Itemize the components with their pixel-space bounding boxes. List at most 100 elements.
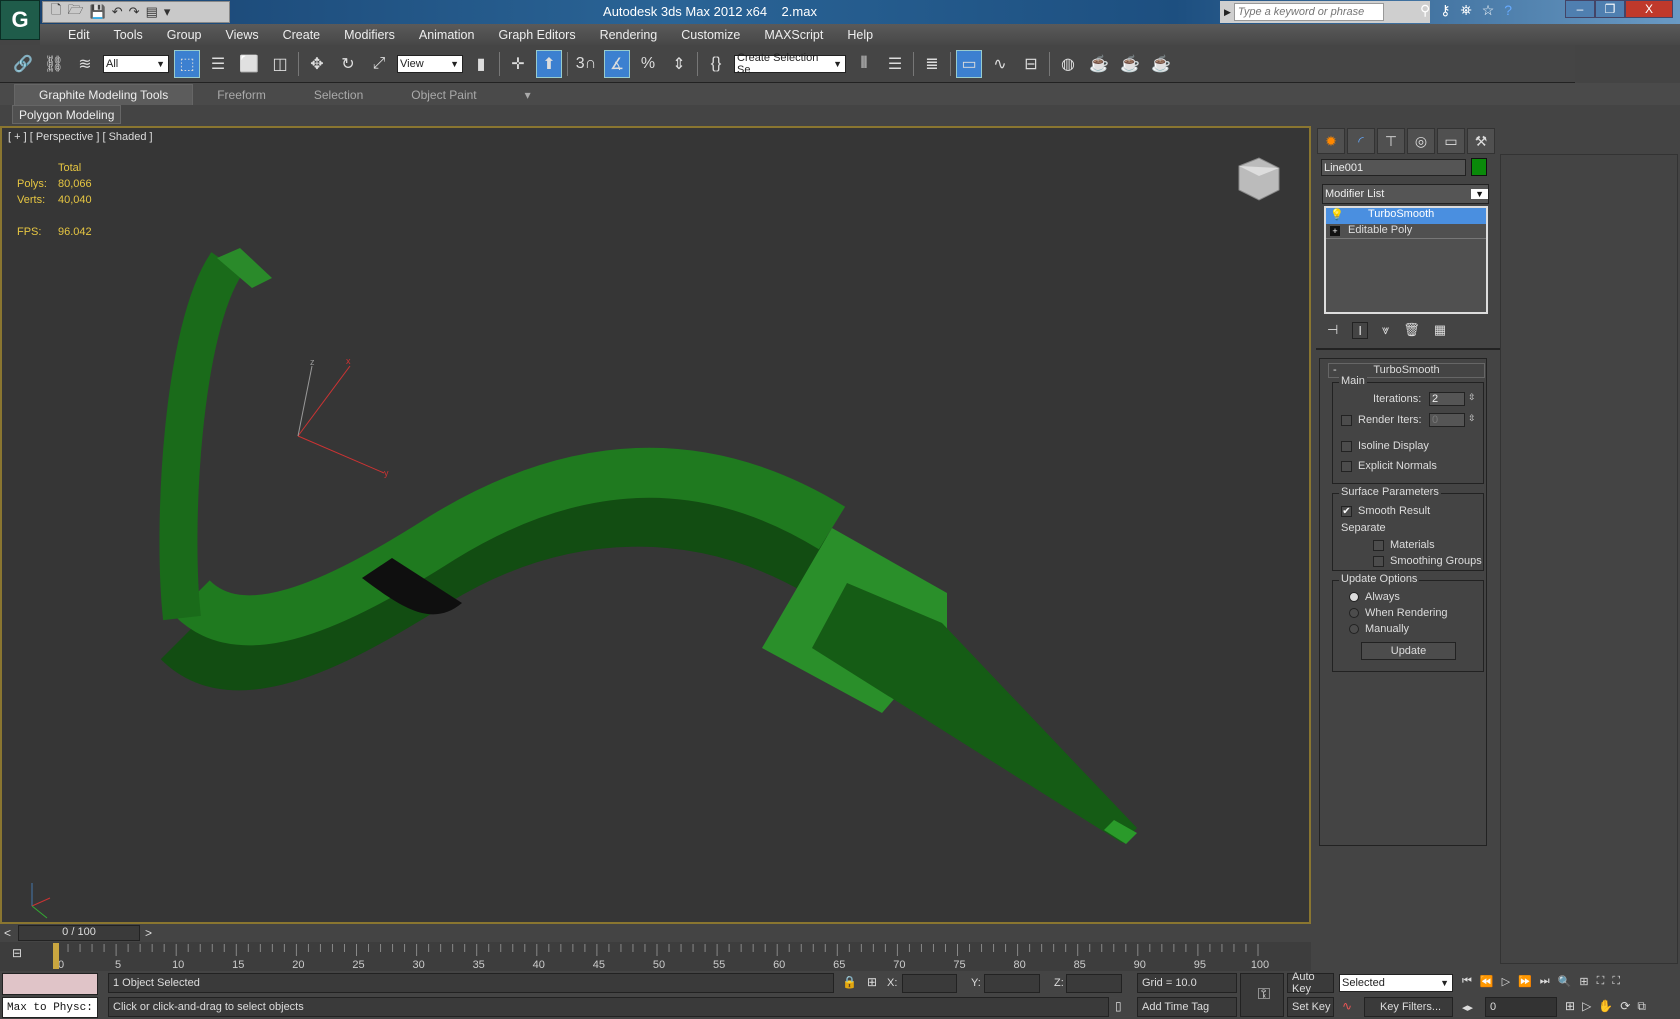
help-icon[interactable]: ? (1504, 2, 1512, 19)
viewcube-icon[interactable] (1238, 157, 1280, 201)
show-end-result-icon[interactable]: I (1352, 322, 1368, 339)
object-color-swatch[interactable] (1471, 158, 1487, 176)
manipulate-icon[interactable]: ✛ (505, 50, 531, 78)
tab-graphite-modeling-tools[interactable]: Graphite Modeling Tools (14, 84, 194, 105)
go-to-end-icon[interactable]: ⏭ (1540, 975, 1550, 988)
smoothing-groups-checkbox[interactable]: Smoothing Groups (1373, 555, 1482, 567)
tab-object-paint[interactable]: Object Paint (387, 85, 500, 105)
menu-modifiers[interactable]: Modifiers (332, 28, 407, 42)
key-filters-button[interactable]: Key Filters... (1364, 997, 1453, 1017)
isoline-display-checkbox[interactable]: Isoline Display (1341, 440, 1429, 452)
spinner-snap-icon[interactable]: ⇕ (666, 50, 692, 78)
lightbulb-icon[interactable]: 💡 (1330, 208, 1344, 221)
current-frame-marker[interactable] (53, 943, 59, 969)
materials-checkbox[interactable]: Materials (1373, 539, 1435, 551)
redo-icon[interactable]: ↷ (129, 4, 140, 20)
zoom-icon[interactable]: 🔍 (1558, 975, 1572, 988)
go-to-start-icon[interactable]: ⏮ (1462, 975, 1472, 988)
key-tangent-icon[interactable]: ∿ (1342, 999, 1352, 1013)
motion-tab-icon[interactable]: ◎ (1407, 128, 1435, 154)
key-icon[interactable]: ⚷ (1440, 2, 1450, 19)
menu-animation[interactable]: Animation (407, 28, 487, 42)
auto-key-button[interactable]: Auto Key (1287, 971, 1334, 995)
menu-create[interactable]: Create (271, 28, 333, 42)
time-slider[interactable]: < 0 / 100 > (0, 924, 1311, 942)
when-rendering-radio[interactable]: When Rendering (1349, 607, 1448, 619)
ribbon-options-icon[interactable]: ▾ (501, 85, 555, 105)
rotate-icon[interactable]: ↻ (335, 50, 361, 78)
iterations-field[interactable]: 2 (1429, 392, 1465, 406)
render-iters-spinner[interactable]: ⇳ (1468, 413, 1476, 424)
link-icon[interactable]: 🔗 (10, 50, 36, 78)
app-menu-button[interactable]: G (0, 0, 40, 40)
menu-help[interactable]: Help (835, 28, 885, 42)
explicit-normals-checkbox[interactable]: Explicit Normals (1341, 460, 1437, 472)
close-button[interactable]: X (1625, 0, 1673, 18)
graphite-toggle-icon[interactable]: ▭ (956, 49, 982, 78)
move-icon[interactable]: ✥ (304, 50, 330, 78)
reference-coordinate-dropdown[interactable]: View ▼ (397, 54, 463, 73)
time-configuration-icon[interactable]: ⊞ (1565, 999, 1575, 1014)
satellite-icon[interactable]: ⛯ (1461, 2, 1472, 19)
rendered-frame-window-icon[interactable]: ☕ (1117, 50, 1143, 78)
menu-views[interactable]: Views (213, 28, 270, 42)
key-mode-dropdown[interactable]: Selected ▼ (1339, 974, 1453, 992)
project-folder-icon[interactable]: ▤ (146, 4, 158, 20)
current-frame-field[interactable]: 0 (1485, 997, 1557, 1017)
undo-icon[interactable]: ↶ (112, 4, 123, 20)
absolute-mode-icon[interactable]: ⊞ (867, 975, 877, 989)
object-name-field[interactable]: Line001 (1321, 159, 1466, 176)
bind-space-warp-icon[interactable]: ≋ (72, 50, 98, 78)
next-frame-button[interactable]: > (145, 926, 152, 940)
display-tab-icon[interactable]: ▭ (1437, 128, 1465, 154)
star-icon[interactable]: ☆ (1482, 2, 1495, 19)
align-icon[interactable]: ☰ (882, 50, 908, 78)
select-object-icon[interactable]: ⬚ (174, 49, 200, 78)
keyboard-shortcut-override-icon[interactable]: ⬆ (536, 49, 562, 78)
customize-qat-icon[interactable]: ▾ (164, 4, 171, 20)
modify-tab-icon[interactable]: ◜ (1347, 128, 1375, 154)
unlink-icon[interactable]: ⛓ (41, 50, 67, 78)
percent-snap-icon[interactable]: % (635, 50, 661, 78)
select-by-name-icon[interactable]: ☰ (205, 50, 231, 78)
zoom-extents-all-icon[interactable]: ⛶ (1612, 975, 1620, 988)
utilities-tab-icon[interactable]: ⚒ (1467, 128, 1495, 154)
maxscript-mini-listener[interactable]: Max to Physc: (2, 997, 98, 1018)
stack-item-editable-poly[interactable]: + Editable Poly (1326, 224, 1486, 239)
render-setup-icon[interactable]: ☕ (1086, 50, 1112, 78)
y-coordinate-field[interactable] (984, 974, 1040, 993)
prev-frame-button[interactable]: < (4, 926, 11, 940)
smooth-result-checkbox[interactable]: ✔ Smooth Result (1341, 505, 1430, 517)
update-button[interactable]: Update (1361, 642, 1456, 660)
scale-icon[interactable]: ⤢ (366, 50, 392, 78)
stack-item-turbosmooth[interactable]: 💡 TurboSmooth (1326, 208, 1486, 224)
set-key-button[interactable]: Set Key (1287, 997, 1334, 1017)
play-icon[interactable]: ▷ (1502, 975, 1510, 988)
track-bar[interactable]: ⊟ 0 5 10 15 20 25 30 35 40 45 50 55 60 65 70 75 80 85 90 95… (0, 942, 1311, 971)
edit-named-selection-icon[interactable]: {} (703, 50, 729, 78)
render-production-icon[interactable]: ☕ (1148, 50, 1174, 78)
named-selection-set-dropdown[interactable]: Create Selection Se ▼ (734, 52, 846, 76)
time-tag-icon[interactable]: ▯ (1115, 999, 1122, 1013)
next-frame-icon[interactable]: ⏩ (1518, 975, 1532, 988)
curve-editor-icon[interactable]: ∿ (987, 50, 1013, 78)
maximize-viewport-icon[interactable]: ⧉ (1637, 999, 1646, 1014)
tab-freeform[interactable]: Freeform (193, 85, 290, 105)
menu-edit[interactable]: Edit (56, 28, 102, 42)
rectangle-selection-icon[interactable]: ⬜ (236, 50, 262, 78)
new-file-icon[interactable]: 🗋 (51, 1, 61, 23)
orbit-icon[interactable]: ⟳ (1620, 999, 1630, 1014)
hierarchy-tab-icon[interactable]: ⊤ (1377, 128, 1405, 154)
create-tab-icon[interactable]: ✹ (1317, 128, 1345, 154)
field-of-view-icon[interactable]: ▷ (1582, 999, 1591, 1014)
set-key-icon[interactable]: ⚿ (1240, 973, 1284, 1017)
modifier-list-dropdown[interactable]: Modifier List ▼ (1322, 184, 1489, 204)
pivot-center-icon[interactable]: ▮ (468, 50, 494, 78)
menu-rendering[interactable]: Rendering (588, 28, 670, 42)
zoom-all-icon[interactable]: ⊞ (1579, 975, 1588, 988)
expand-plus-icon[interactable]: + (1330, 226, 1340, 236)
add-time-tag-button[interactable]: Add Time Tag (1137, 997, 1237, 1017)
key-mode-toggle-icon[interactable]: ◂▸ (1462, 1001, 1473, 1014)
remove-modifier-icon[interactable]: 🗑 (1403, 322, 1420, 339)
minimize-button[interactable]: – (1565, 0, 1595, 18)
